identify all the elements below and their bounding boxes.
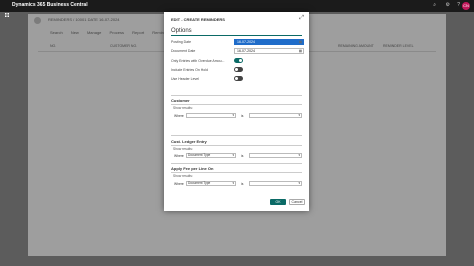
section-divider <box>171 145 302 146</box>
posting-date-field[interactable]: 16-07-2024 ▦ <box>234 39 304 45</box>
ledger-filter-field[interactable]: Document Type ▾ <box>186 153 236 158</box>
chevron-down-icon: ▾ <box>298 181 300 185</box>
posting-date-row: Posting Date 16-07-2024 ▦ <box>171 39 304 47</box>
ok-button[interactable]: OK <box>270 199 286 205</box>
use-header-level-label: Use Header Level <box>171 77 200 81</box>
apply-fee-filter-value[interactable]: ▾ <box>249 181 302 186</box>
filter-field-value: Document Type <box>188 181 211 185</box>
action-new[interactable]: New <box>71 30 79 35</box>
gear-icon[interactable]: ⚙ <box>446 2 450 8</box>
section-divider <box>171 135 302 136</box>
is-label: is <box>241 114 244 118</box>
app-launcher-icon[interactable] <box>5 4 9 17</box>
page-title: REMINDERS / 10001 DATE 16-07-2024 <box>48 17 120 22</box>
only-overdue-label: Only Entries with Overdue Amou... <box>171 59 225 63</box>
action-process[interactable]: Process <box>110 30 124 35</box>
only-overdue-row: Only Entries with Overdue Amou... <box>171 58 304 66</box>
section-divider <box>171 172 302 173</box>
show-results-label: Show results: <box>173 174 193 178</box>
is-label: is <box>241 182 244 186</box>
where-label: Where <box>174 182 184 186</box>
section-cust-ledger-title: Cust. Ledger Entry <box>171 139 207 144</box>
dialog-title: EDIT - CREATE REMINDERS <box>171 17 225 22</box>
column-header-level: REMINDER LEVEL <box>383 44 414 48</box>
column-header-no: NO. <box>50 44 57 48</box>
action-report[interactable]: Report <box>132 30 144 35</box>
document-date-label: Document Date <box>171 49 196 53</box>
app-title: Dynamics 365 Business Central <box>12 2 88 8</box>
tab-options[interactable]: Options <box>171 28 192 34</box>
apply-fee-filter-field[interactable]: Document Type ▾ <box>186 181 236 186</box>
posting-date-label: Posting Date <box>171 40 192 44</box>
tab-underline <box>171 35 302 36</box>
chevron-down-icon: ▾ <box>298 153 300 157</box>
posting-date-value: 16-07-2024 <box>237 40 255 44</box>
only-overdue-toggle[interactable] <box>234 58 243 63</box>
where-label: Where <box>174 114 184 118</box>
action-search[interactable]: Search <box>50 30 63 35</box>
calendar-icon[interactable]: ▦ <box>299 49 302 53</box>
where-label: Where <box>174 154 184 158</box>
customer-filter-value[interactable]: ▾ <box>249 113 302 118</box>
section-divider <box>171 95 302 96</box>
document-date-row: Document Date 16-07-2024 ▦ <box>171 48 304 56</box>
chevron-down-icon: ▾ <box>232 113 234 117</box>
create-reminders-dialog: EDIT - CREATE REMINDERS ⤢ Options Postin… <box>164 12 309 211</box>
app-top-bar: Dynamics 365 Business Central ⌕ ⚙ ? CN <box>0 0 474 17</box>
action-bar: Search New Manage Process Report Reminde… <box>50 30 177 35</box>
document-date-value: 16-07-2024 <box>237 49 255 53</box>
ledger-filter-value[interactable]: ▾ <box>249 153 302 158</box>
is-label: is <box>241 154 244 158</box>
include-on-hold-row: Include Entries On Hold <box>171 67 304 75</box>
show-results-label: Show results: <box>173 106 193 110</box>
customer-filter-field[interactable]: ▾ <box>186 113 236 118</box>
expand-icon[interactable]: ⤢ <box>299 15 304 22</box>
cancel-button[interactable]: Cancel <box>289 199 305 205</box>
document-date-field[interactable]: 16-07-2024 ▦ <box>234 48 304 54</box>
chevron-down-icon: ▾ <box>232 181 234 185</box>
column-header-customer: CUSTOMER NO. <box>110 44 138 48</box>
section-customer-title: Customer <box>171 98 190 103</box>
use-header-level-toggle[interactable] <box>234 76 243 81</box>
help-icon[interactable]: ? <box>457 2 460 8</box>
chevron-down-icon: ▾ <box>298 113 300 117</box>
action-manage[interactable]: Manage <box>87 30 101 35</box>
back-button[interactable] <box>34 17 41 24</box>
avatar[interactable]: CN <box>462 2 470 10</box>
calendar-icon[interactable]: ▦ <box>299 40 302 44</box>
show-results-label: Show results: <box>173 147 193 151</box>
include-on-hold-toggle[interactable] <box>234 67 243 72</box>
search-icon[interactable]: ⌕ <box>433 2 436 8</box>
filter-field-value: Document Type <box>188 153 211 157</box>
section-apply-fee-title: Apply Fee per Line On <box>171 166 214 171</box>
use-header-level-row: Use Header Level <box>171 76 304 84</box>
include-on-hold-label: Include Entries On Hold <box>171 68 208 72</box>
section-divider <box>171 163 302 164</box>
section-divider <box>171 104 302 105</box>
chevron-down-icon: ▾ <box>232 153 234 157</box>
column-header-remaining: REMAINING AMOUNT <box>338 44 374 48</box>
